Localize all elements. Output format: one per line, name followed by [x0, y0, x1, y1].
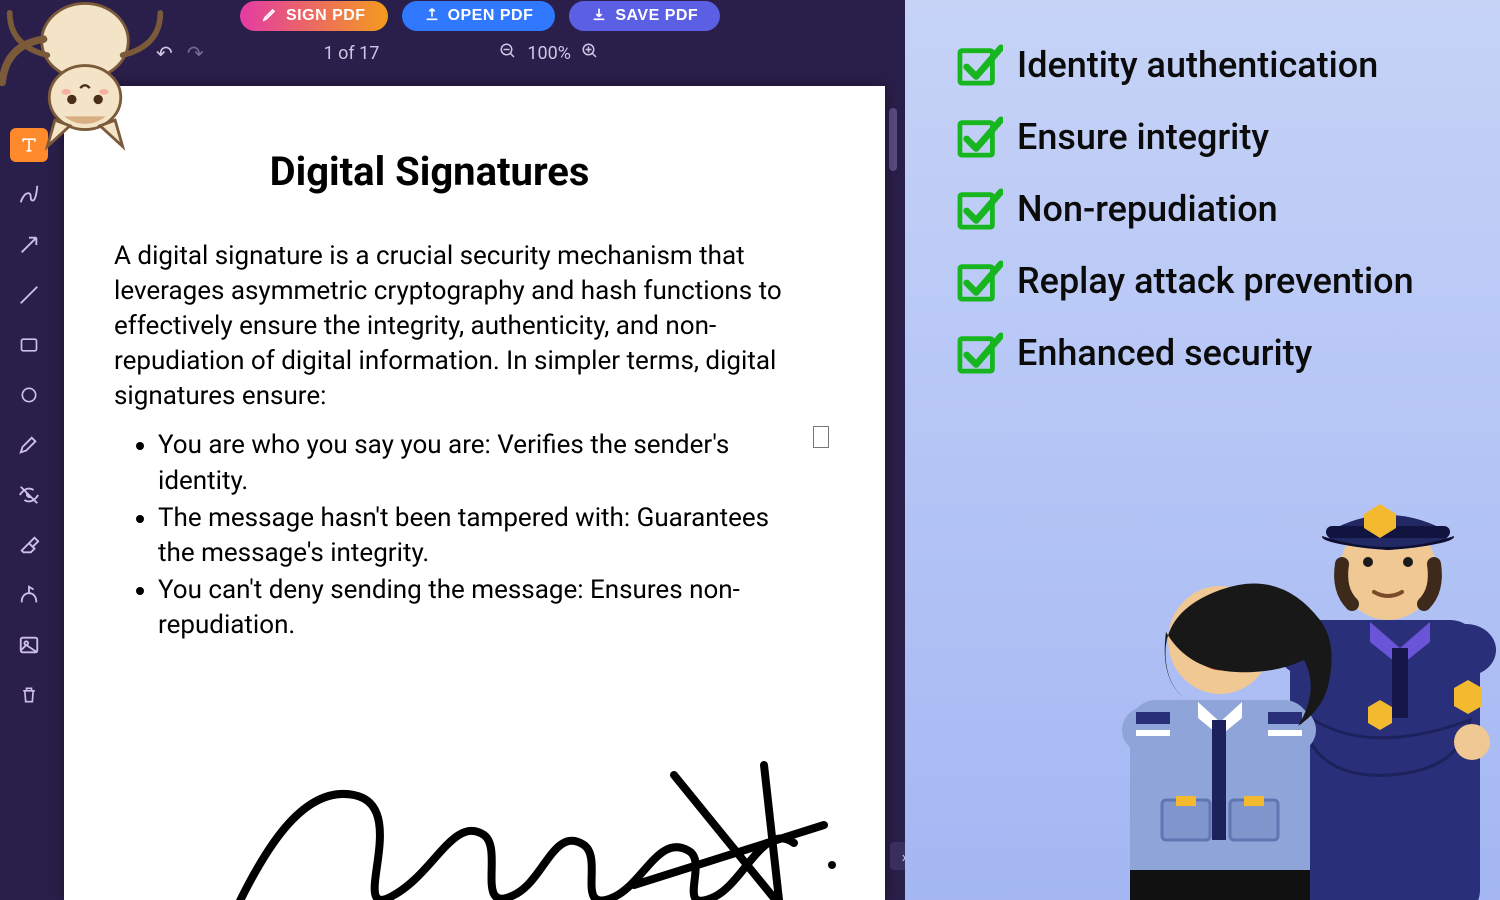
doc-bullet: The message hasn't been tampered with: G…: [158, 501, 808, 571]
checkmark-icon: [957, 188, 1003, 230]
feature-item: Identity authentication: [957, 44, 1500, 86]
ellipse-tool[interactable]: [10, 378, 48, 412]
line-tool[interactable]: [10, 278, 48, 312]
checkmark-icon: [957, 260, 1003, 302]
zoom-out-icon[interactable]: [499, 42, 517, 64]
rectangle-tool[interactable]: [10, 328, 48, 362]
highlighter-tool[interactable]: [10, 428, 48, 462]
image-tool[interactable]: [10, 628, 48, 662]
doc-bullet: You can't deny sending the message: Ensu…: [158, 573, 808, 643]
pdf-page: Digital Signatures A digital signature i…: [64, 86, 885, 900]
doc-intro: A digital signature is a crucial securit…: [114, 239, 814, 414]
features-panel: Identity authentication Ensure integrity…: [905, 0, 1500, 900]
viewer-sub-bar: ↶ ↷ 1 of 17 100%: [0, 30, 905, 68]
pdf-editor-app: SIGN PDF OPEN PDF SAVE PDF ↶ ↷ 1 of 17 1…: [0, 0, 905, 900]
open-pdf-button[interactable]: OPEN PDF: [402, 1, 556, 31]
zoom-level: 100%: [527, 43, 571, 64]
redo-button[interactable]: ↷: [187, 41, 204, 65]
feature-label: Non-repudiation: [1017, 188, 1278, 230]
zoom-controls: 100%: [499, 42, 599, 64]
download-icon: [591, 6, 607, 26]
feature-label: Enhanced security: [1017, 332, 1312, 374]
open-pdf-label: OPEN PDF: [448, 7, 534, 25]
doc-bullet-list: You are who you say you are: Verifies th…: [158, 428, 808, 643]
sign-pdf-label: SIGN PDF: [286, 7, 366, 25]
pen-icon: [262, 6, 278, 26]
police-officers-illustration: [1070, 400, 1500, 900]
feature-item: Replay attack prevention: [957, 260, 1500, 302]
feature-label: Ensure integrity: [1017, 116, 1269, 158]
doc-title: Digital Signatures: [44, 148, 815, 195]
signature-mark: [204, 725, 844, 900]
feature-label: Identity authentication: [1017, 44, 1378, 86]
page-thumbnail: [813, 426, 829, 448]
scrollbar-thumb[interactable]: [889, 108, 897, 171]
text-tool[interactable]: [10, 128, 48, 162]
page-counter[interactable]: 1 of 17: [324, 43, 380, 64]
next-page-button[interactable]: ›: [890, 842, 905, 870]
freehand-tool[interactable]: [10, 178, 48, 212]
feature-label: Replay attack prevention: [1017, 260, 1414, 302]
feature-item: Enhanced security: [957, 332, 1500, 374]
feature-item: Non-repudiation: [957, 188, 1500, 230]
doc-bullet: You are who you say you are: Verifies th…: [158, 428, 808, 498]
canvas-row: Digital Signatures A digital signature i…: [0, 68, 905, 900]
hide-tool[interactable]: [10, 478, 48, 512]
arrow-tool[interactable]: [10, 228, 48, 262]
upload-icon: [424, 6, 440, 26]
main-button-bar: SIGN PDF OPEN PDF SAVE PDF: [0, 0, 905, 30]
save-pdf-button[interactable]: SAVE PDF: [569, 1, 720, 31]
eraser-tool[interactable]: [10, 528, 48, 562]
checkmark-icon: [957, 116, 1003, 158]
zoom-in-icon[interactable]: [581, 42, 599, 64]
undo-button[interactable]: ↶: [156, 41, 173, 65]
shape-tool[interactable]: [10, 578, 48, 612]
checkmark-icon: [957, 44, 1003, 86]
feature-item: Ensure integrity: [957, 116, 1500, 158]
page-viewport[interactable]: Digital Signatures A digital signature i…: [58, 68, 905, 900]
checkmark-icon: [957, 332, 1003, 374]
save-pdf-label: SAVE PDF: [615, 7, 698, 25]
delete-tool[interactable]: [10, 678, 48, 712]
sign-pdf-button[interactable]: SIGN PDF: [240, 1, 388, 31]
